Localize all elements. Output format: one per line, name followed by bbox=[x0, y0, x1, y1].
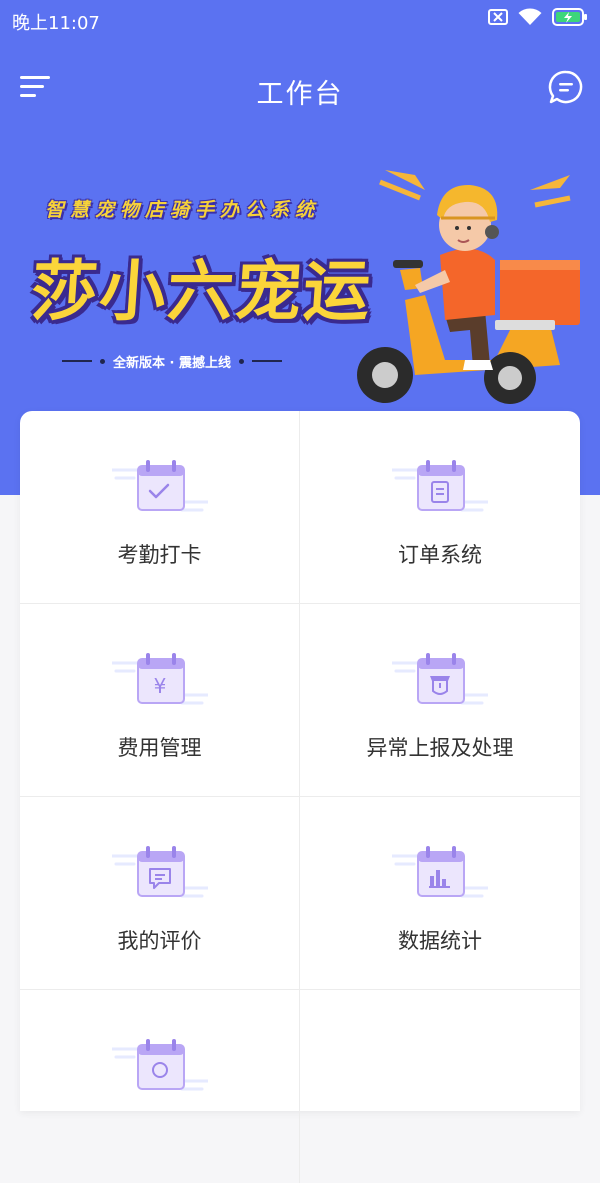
calendar-comment-icon bbox=[112, 846, 208, 898]
grid-item-label: 费用管理 bbox=[117, 736, 202, 760]
banner-subtitle: 智慧宠物店骑手办公系统 bbox=[45, 199, 321, 221]
battery-icon bbox=[552, 8, 587, 26]
grid-item-label: 我的评价 bbox=[117, 929, 202, 953]
calendar-yen-icon: ¥ bbox=[112, 653, 208, 705]
chat-icon[interactable] bbox=[548, 69, 584, 105]
grid-item-data-stats[interactable]: 数据统计 bbox=[300, 797, 580, 990]
calendar-check-icon bbox=[112, 460, 208, 512]
navbar: 工作台 bbox=[0, 60, 600, 116]
workbench-card: 考勤打卡 订单系统 ¥ 费用管理 异常上报及处理我的评价 数据统计 bbox=[20, 411, 580, 1183]
grid-item-orders[interactable]: 订单系统 bbox=[300, 411, 580, 604]
calendar-clipboard-icon bbox=[392, 460, 488, 512]
grid-item-more[interactable] bbox=[20, 990, 300, 1183]
sim-off-icon bbox=[488, 9, 508, 25]
grid-item-label: 数据统计 bbox=[398, 929, 482, 953]
grid-item-label: 订单系统 bbox=[398, 543, 482, 567]
function-grid: 考勤打卡 订单系统 ¥ 费用管理 异常上报及处理我的评价 数据统计 bbox=[20, 411, 580, 1183]
banner-tagline: 全新版本 · 震撼上线 bbox=[62, 350, 302, 372]
grid-item-label: 考勤打卡 bbox=[117, 543, 202, 567]
delivery-rider-illustration bbox=[357, 170, 580, 404]
banner-title: 莎小六宠运 bbox=[28, 253, 375, 330]
svg-text:¥: ¥ bbox=[154, 674, 167, 698]
grid-item-label: 异常上报及处理 bbox=[366, 736, 514, 760]
status-time: 晚上11:07 bbox=[12, 13, 100, 34]
calendar-partial-icon bbox=[112, 1039, 208, 1091]
calendar-alert-icon bbox=[392, 653, 488, 705]
wifi-icon bbox=[518, 8, 542, 25]
grid-item-my-reviews[interactable]: 我的评价 bbox=[20, 797, 300, 990]
status-bar: 晚上11:07 bbox=[0, 0, 600, 40]
grid-item-exception-report[interactable]: 异常上报及处理 bbox=[300, 604, 580, 797]
grid-item-expenses[interactable]: ¥ 费用管理 bbox=[20, 604, 300, 797]
page-title: 工作台 bbox=[256, 79, 344, 110]
calendar-chart-icon bbox=[392, 846, 488, 898]
grid-item-attendance[interactable]: 考勤打卡 bbox=[20, 411, 300, 604]
